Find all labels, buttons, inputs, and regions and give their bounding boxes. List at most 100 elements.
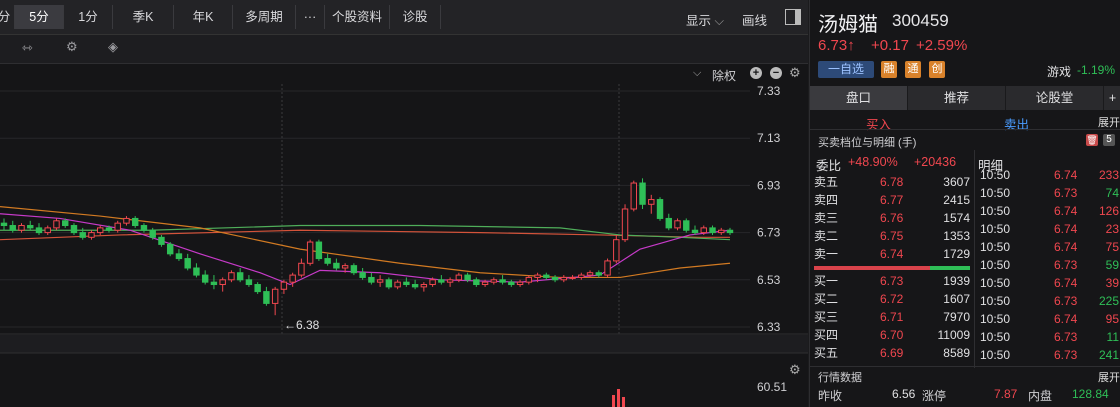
tick-volume: 225 [1098,294,1119,308]
candle-body [289,274,296,283]
price-change: +0.17 [871,37,909,54]
candle-body [376,279,384,283]
candle-body [525,276,533,283]
candle-body [543,274,550,278]
expand-button[interactable]: 展开 [1098,114,1120,130]
layers-icon[interactable]: ◈ [108,39,118,55]
display-menu[interactable]: 显示 ⌵ [686,10,724,29]
volume-settings-gear-icon[interactable]: ⚙ [789,362,801,378]
zoom-in-icon[interactable]: + [750,67,762,79]
bid-level-row[interactable]: 买三 6.71 7970 [814,308,974,326]
tab-period-3[interactable]: 季K [113,5,174,29]
candlestick-chart[interactable]: 7.33 7.13 6.93 6.73 6.53 6.33 60.51 ←6.38 [0,64,808,407]
level-label: 卖五 [814,175,839,189]
prev-close-label: 昨收 [818,389,843,403]
tick-volume: 11 [1106,330,1119,344]
market-expand-button[interactable]: 展开 [1098,369,1120,385]
level-five-icon[interactable]: 5 [1103,134,1115,146]
tab-period-8[interactable]: 诊股 [390,5,441,29]
sector-name[interactable]: 游戏 [1047,63,1071,80]
gear-icon[interactable]: ⚙ [66,39,78,55]
tab-period-7[interactable]: 个股资料 [325,5,390,29]
bid-level-row[interactable]: 买四 6.70 11009 [814,326,974,344]
level-price: 6.69 [880,346,904,360]
level-volume: 1607 [943,292,970,306]
price-tick-label: 6.33 [757,320,781,334]
candle-body [551,276,559,281]
candle-body [79,232,86,238]
tab-period-0[interactable]: 分 [0,5,15,29]
zoom-out-icon[interactable]: − [770,67,782,79]
tab-period-4[interactable]: 年K [174,5,233,29]
candle-body [324,258,331,264]
trash-icon[interactable]: 🗑 [1086,134,1098,146]
level-volume: 1939 [943,274,970,288]
volume-bar [622,397,625,407]
candle-body [464,274,471,281]
tab-period-1[interactable]: 5分 [15,5,64,29]
level-volume: 8589 [943,346,970,360]
candle-body [621,208,629,241]
tab-add[interactable]: + [1104,86,1120,110]
price-tick-label: 7.13 [757,131,781,145]
draw-line-button[interactable]: 画线 [742,10,767,29]
tab-period-6[interactable]: ··· [296,5,325,29]
add-watchlist-button[interactable]: 一自选 [818,61,874,78]
bid-level-row[interactable]: 买一 6.73 1939 [814,272,974,290]
bid-level-row[interactable]: 买二 6.72 1607 [814,290,974,308]
candle-body [280,281,288,290]
candle-body [665,217,672,229]
tick-time: 10:50 [980,330,1011,344]
candle-body [700,227,707,234]
tab-quote[interactable]: 盘口 [810,86,908,110]
ask-level-row[interactable]: 卖四 6.77 2415 [814,191,974,209]
candle-body [184,258,191,269]
tick-time: 10:50 [980,222,1011,236]
candle-body [131,217,139,227]
candle-body [271,288,279,304]
tick-row: 10:50 6.74 39 [974,274,1120,292]
connect-badge: 通 [905,61,921,78]
kline-chart-area[interactable]: 7.33 7.13 6.93 6.73 6.53 6.33 60.51 ←6.38 ⌵ 除权 … [0,64,808,407]
zoom-horizontal-icon[interactable]: ⇿ [22,40,33,56]
candle-body [70,225,78,234]
buy-button[interactable]: 买入 [866,114,891,133]
sell-button[interactable]: 卖出 [1004,114,1029,133]
display-label: 显示 [686,14,712,28]
level-price: 6.74 [880,247,904,261]
tick-time: 10:50 [980,168,1011,182]
candle-body [306,241,314,264]
candle-body [394,281,401,288]
tick-row: 10:50 6.73 225 [974,292,1120,310]
tab-recommend[interactable]: 推荐 [908,86,1006,110]
tab-forum[interactable]: 论股堂 [1006,86,1104,110]
inner-volume-label: 内盘 [1028,389,1053,403]
ask-level-row[interactable]: 卖三 6.76 1574 [814,209,974,227]
tab-period-5[interactable]: 多周期 [233,5,296,29]
chevron-down-icon[interactable]: ⌵ [693,67,701,80]
sidebar-toggle-icon[interactable] [785,9,801,25]
candle-body [9,225,16,231]
candle-body [446,279,454,283]
ask-level-row[interactable]: 卖二 6.75 1353 [814,227,974,245]
level-volume: 7970 [943,310,970,324]
tick-row: 10:50 6.74 75 [974,238,1120,256]
candle-body [228,272,235,281]
tick-price: 6.73 [1054,294,1078,308]
adjust-label[interactable]: 除权 [712,67,736,84]
bid-level-row[interactable]: 买五 6.69 8589 [814,344,974,362]
price-tick-label: 6.93 [757,178,781,192]
stock-code: 300459 [892,11,949,30]
ask-level-row[interactable]: 卖五 6.78 3607 [814,173,974,191]
candle-body [508,281,515,286]
candle-body [604,260,611,276]
candle-body [298,262,305,276]
candle-body [35,227,43,234]
chevron-down-icon: ⌵ [714,14,724,28]
candle-body [473,279,480,286]
tab-period-2[interactable]: 1分 [64,5,113,29]
ask-level-row[interactable]: 卖一 6.74 1729 [814,245,974,263]
gear-icon[interactable]: ⚙ [789,65,801,81]
candle-body [53,220,60,229]
level-volume: 1729 [943,247,970,261]
